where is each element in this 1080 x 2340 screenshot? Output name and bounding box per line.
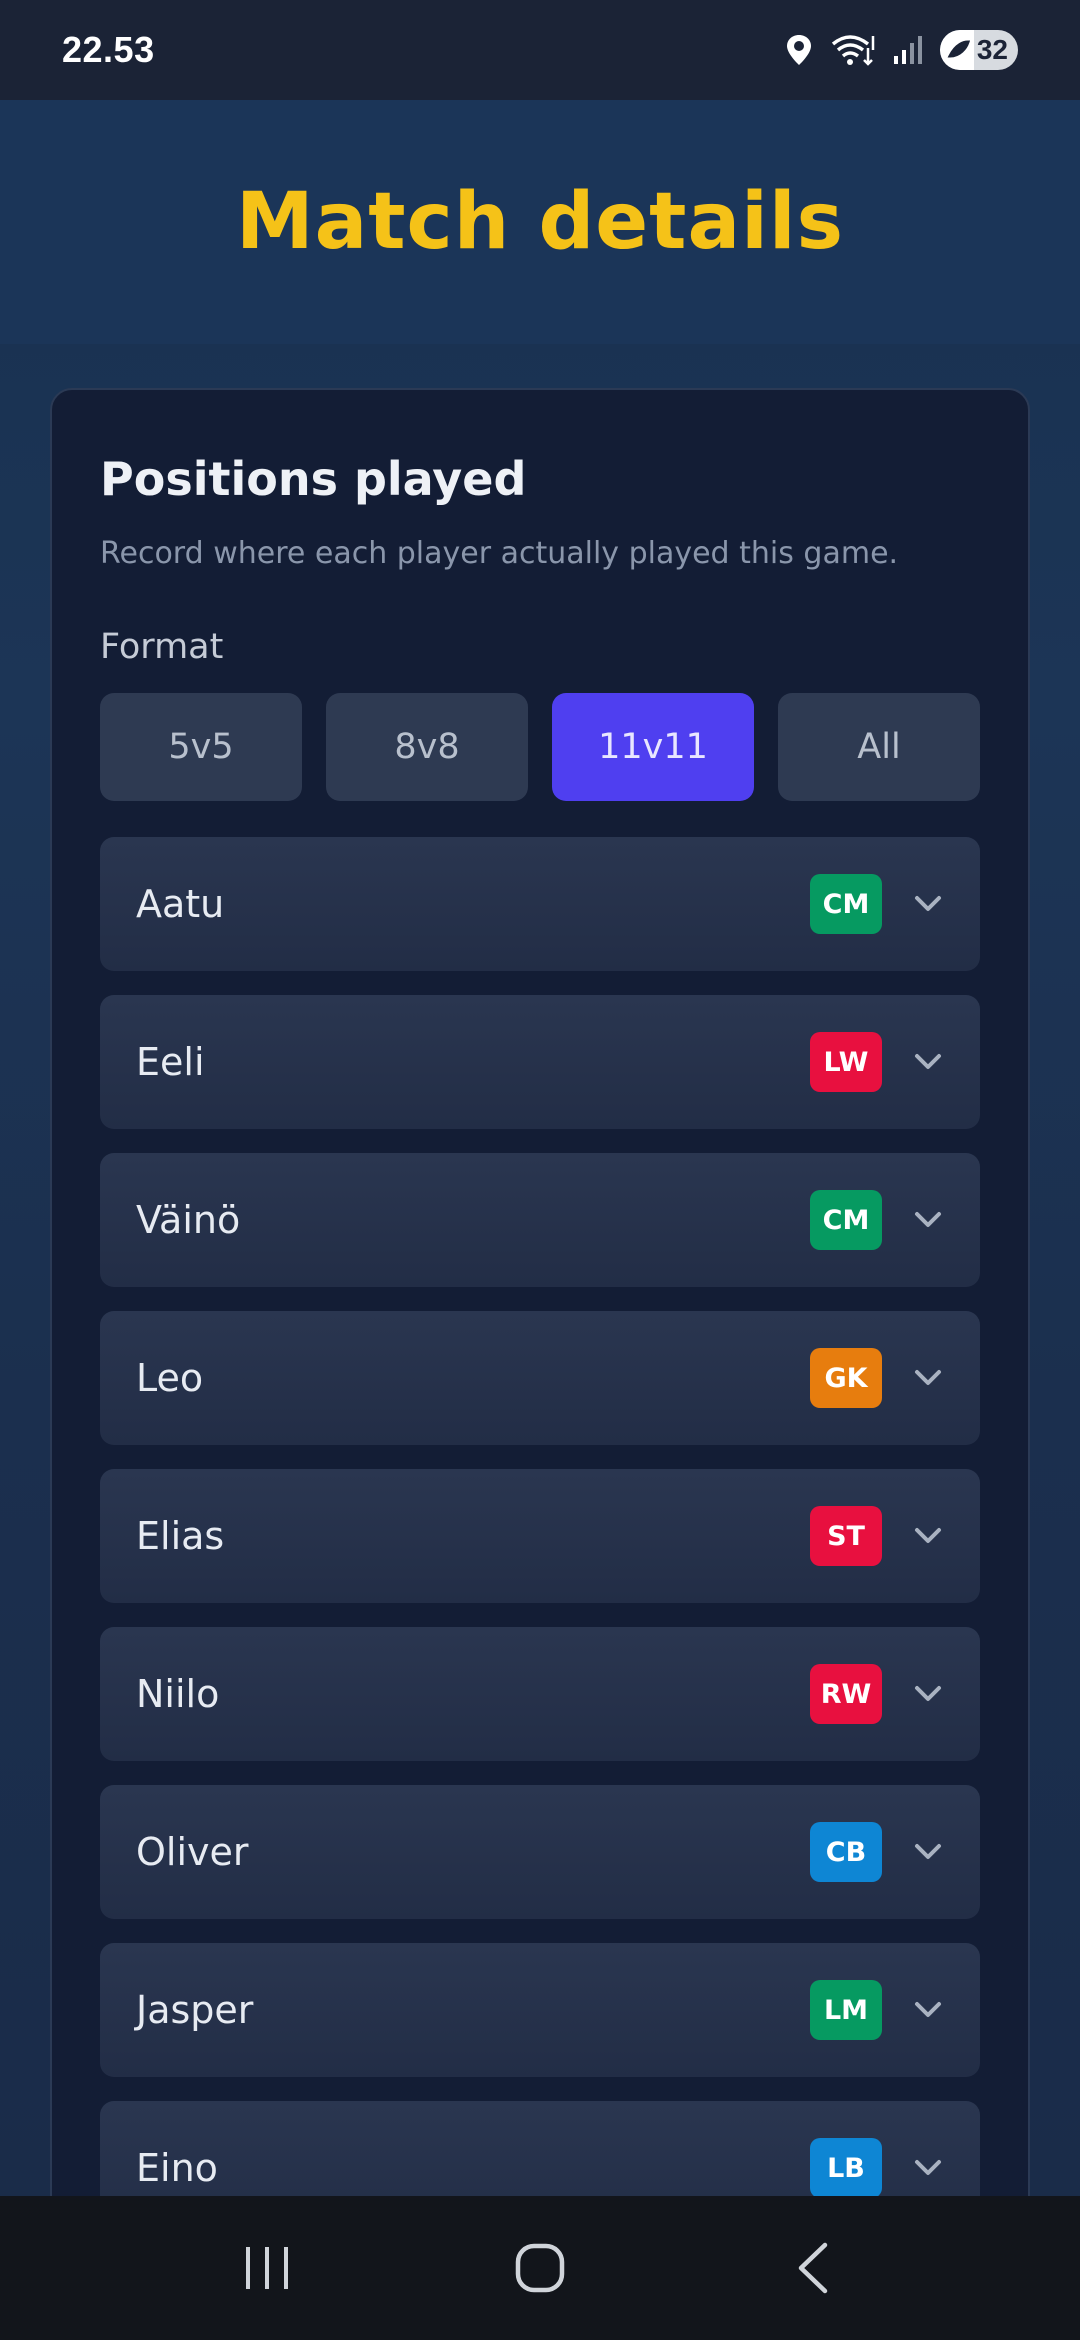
chevron-down-icon[interactable] — [912, 1362, 944, 1394]
player-row[interactable]: Aatu CM — [100, 837, 980, 971]
back-button[interactable] — [753, 2218, 873, 2318]
format-label: Format — [100, 627, 224, 667]
player-name: Aatu — [136, 882, 225, 926]
location-icon — [784, 33, 814, 67]
back-icon — [799, 2242, 828, 2294]
page-title: Match details — [235, 177, 845, 267]
battery-icon: 32 — [940, 30, 1018, 70]
chevron-down-icon[interactable] — [912, 1678, 944, 1710]
player-row[interactable]: Eeli LW — [100, 995, 980, 1129]
player-row[interactable]: Niilo RW — [100, 1627, 980, 1761]
player-name: Elias — [136, 1514, 225, 1558]
player-name: Niilo — [136, 1672, 220, 1716]
navigation-bar — [0, 2196, 1080, 2340]
recent-apps-button[interactable] — [207, 2218, 327, 2318]
status-bar: 22.53 32 — [0, 0, 1080, 100]
chevron-down-icon[interactable] — [912, 2152, 944, 2184]
card-subtitle: Record where each player actually played… — [100, 536, 899, 571]
screen: 22.53 32 Match details Positions played … — [0, 0, 1080, 2340]
format-button-11v11[interactable]: 11v11 — [552, 693, 754, 801]
position-badge: ST — [810, 1506, 882, 1566]
player-row[interactable]: Eino LB — [100, 2101, 980, 2196]
player-name: Jasper — [136, 1988, 254, 2032]
position-badge: CM — [810, 1190, 882, 1250]
position-badge: LB — [810, 2138, 882, 2196]
status-icons: 32 — [784, 30, 1018, 70]
player-row[interactable]: Väinö CM — [100, 1153, 980, 1287]
chevron-down-icon[interactable] — [912, 1520, 944, 1552]
player-name: Oliver — [136, 1830, 249, 1874]
chevron-down-icon[interactable] — [912, 1836, 944, 1868]
position-badge: LW — [810, 1032, 882, 1092]
chevron-down-icon[interactable] — [912, 1994, 944, 2026]
player-row[interactable]: Oliver CB — [100, 1785, 980, 1919]
signal-icon — [892, 34, 924, 66]
player-name: Väinö — [136, 1198, 241, 1242]
format-button-8v8[interactable]: 8v8 — [326, 693, 528, 801]
format-selector: 5v5 8v8 11v11 All — [100, 693, 980, 801]
player-row[interactable]: Jasper LM — [100, 1943, 980, 2077]
chevron-down-icon[interactable] — [912, 888, 944, 920]
position-badge: CB — [810, 1822, 882, 1882]
format-button-5v5[interactable]: 5v5 — [100, 693, 302, 801]
status-time: 22.53 — [62, 29, 155, 70]
wifi-icon — [830, 32, 876, 68]
player-name: Leo — [136, 1356, 204, 1400]
player-row[interactable]: Leo GK — [100, 1311, 980, 1445]
home-button[interactable] — [480, 2218, 600, 2318]
recent-apps-icon — [245, 2247, 288, 2289]
header: Match details — [0, 100, 1080, 344]
home-icon — [515, 2243, 565, 2293]
player-name: Eino — [136, 2146, 218, 2190]
position-badge: RW — [810, 1664, 882, 1724]
positions-card: Positions played Record where each playe… — [50, 388, 1030, 2198]
position-badge: CM — [810, 874, 882, 934]
player-name: Eeli — [136, 1040, 205, 1084]
chevron-down-icon[interactable] — [912, 1046, 944, 1078]
player-row[interactable]: Elias ST — [100, 1469, 980, 1603]
battery-level: 32 — [976, 34, 1008, 65]
chevron-down-icon[interactable] — [912, 1204, 944, 1236]
format-button-all[interactable]: All — [778, 693, 980, 801]
card-title: Positions played — [100, 452, 527, 506]
position-badge: LM — [810, 1980, 882, 2040]
player-list: Aatu CM Eeli LW Väinö CM Leo GK Elias ST… — [100, 837, 980, 2196]
position-badge: GK — [810, 1348, 882, 1408]
